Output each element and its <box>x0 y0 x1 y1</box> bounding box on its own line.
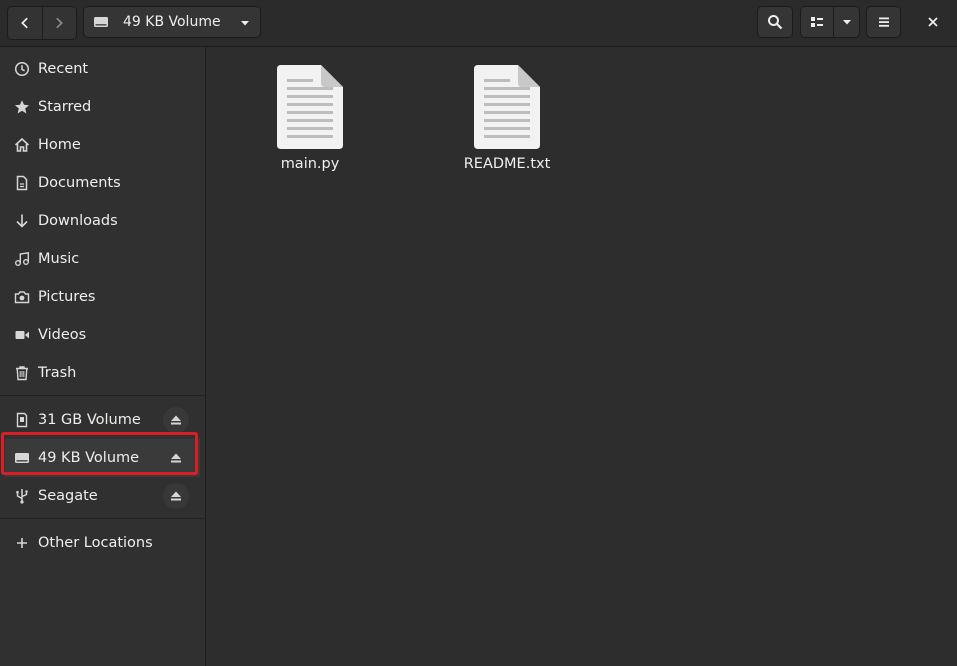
sidebar-item-label: Home <box>38 137 81 153</box>
file-name: README.txt <box>463 156 551 172</box>
sidebar-item-downloads[interactable]: Downloads <box>0 202 205 240</box>
sidebar-item-label: Pictures <box>38 289 96 305</box>
eject-icon <box>171 491 181 501</box>
eject-button[interactable] <box>163 483 189 509</box>
sidebar-item-seagate[interactable]: Seagate <box>0 477 205 515</box>
close-icon <box>928 17 938 27</box>
path-bar-button[interactable]: 49 KB Volume <box>83 6 261 38</box>
eject-icon <box>171 415 181 425</box>
usb-icon <box>16 489 28 504</box>
sidebar-item-label: Other Locations <box>38 535 153 551</box>
sidebar-item-label: Seagate <box>38 488 98 504</box>
file-item[interactable]: main.py <box>255 65 365 172</box>
list-view-icon <box>811 17 824 27</box>
sidebar-item-recent[interactable]: Recent <box>0 50 205 88</box>
sidebar-item-videos[interactable]: Videos <box>0 316 205 354</box>
download-icon <box>16 214 28 228</box>
close-window-button[interactable] <box>918 7 948 37</box>
sidebar-item-label: Videos <box>38 327 87 343</box>
header-bar: 49 KB Volume <box>0 0 957 47</box>
back-button[interactable] <box>8 7 42 39</box>
text-file-icon <box>474 65 540 149</box>
chevron-left-icon <box>20 17 28 29</box>
chevron-down-icon <box>241 21 249 26</box>
view-options <box>800 6 860 38</box>
sidebar-item-label: Music <box>38 251 80 267</box>
sidebar-item-label: Starred <box>38 99 92 115</box>
file-view: main.py README.txt <box>206 47 957 666</box>
forward-button[interactable] <box>41 7 77 39</box>
document-icon <box>16 175 28 191</box>
sidebar-item-other-locations[interactable]: Other Locations <box>0 524 205 562</box>
eject-button[interactable] <box>163 407 189 433</box>
file-item[interactable]: README.txt <box>452 65 562 172</box>
camera-icon <box>14 291 30 304</box>
sidebar-item-label: Recent <box>38 61 89 77</box>
sidebar-divider <box>0 518 205 519</box>
plus-icon <box>17 538 27 548</box>
sdcard-icon <box>16 412 28 428</box>
music-icon <box>15 251 29 266</box>
sidebar-item-label: Documents <box>38 175 121 191</box>
file-name: main.py <box>280 156 340 172</box>
sidebar-item-label: Downloads <box>38 213 118 229</box>
sidebar-item-documents[interactable]: Documents <box>0 164 205 202</box>
hamburger-menu-icon <box>878 17 889 27</box>
sidebar-item-label: Trash <box>38 365 77 381</box>
navigation-buttons <box>7 6 77 40</box>
drive-icon <box>94 17 108 27</box>
trash-icon <box>16 366 28 381</box>
sidebar-item-music[interactable]: Music <box>0 240 205 278</box>
view-mode-button[interactable] <box>801 7 833 37</box>
highlight-annotation <box>1 432 198 475</box>
sidebar-item-starred[interactable]: Starred <box>0 88 205 126</box>
chevron-right-icon <box>56 17 64 29</box>
text-file-icon <box>277 65 343 149</box>
clock-icon <box>14 61 30 77</box>
view-dropdown-button[interactable] <box>833 7 859 37</box>
sidebar-item-label: 31 GB Volume <box>38 412 141 428</box>
search-icon <box>768 15 783 30</box>
home-icon <box>14 137 30 152</box>
star-icon <box>15 100 29 114</box>
sidebar: Recent Starred Home Documents Downloads <box>0 47 206 666</box>
search-button[interactable] <box>757 6 793 38</box>
sidebar-item-home[interactable]: Home <box>0 126 205 164</box>
sidebar-item-pictures[interactable]: Pictures <box>0 278 205 316</box>
sidebar-item-trash[interactable]: Trash <box>0 354 205 392</box>
menu-button[interactable] <box>866 6 901 38</box>
path-label: 49 KB Volume <box>123 14 221 30</box>
video-icon <box>15 331 29 339</box>
sidebar-divider <box>0 395 205 396</box>
chevron-down-icon <box>842 20 851 25</box>
